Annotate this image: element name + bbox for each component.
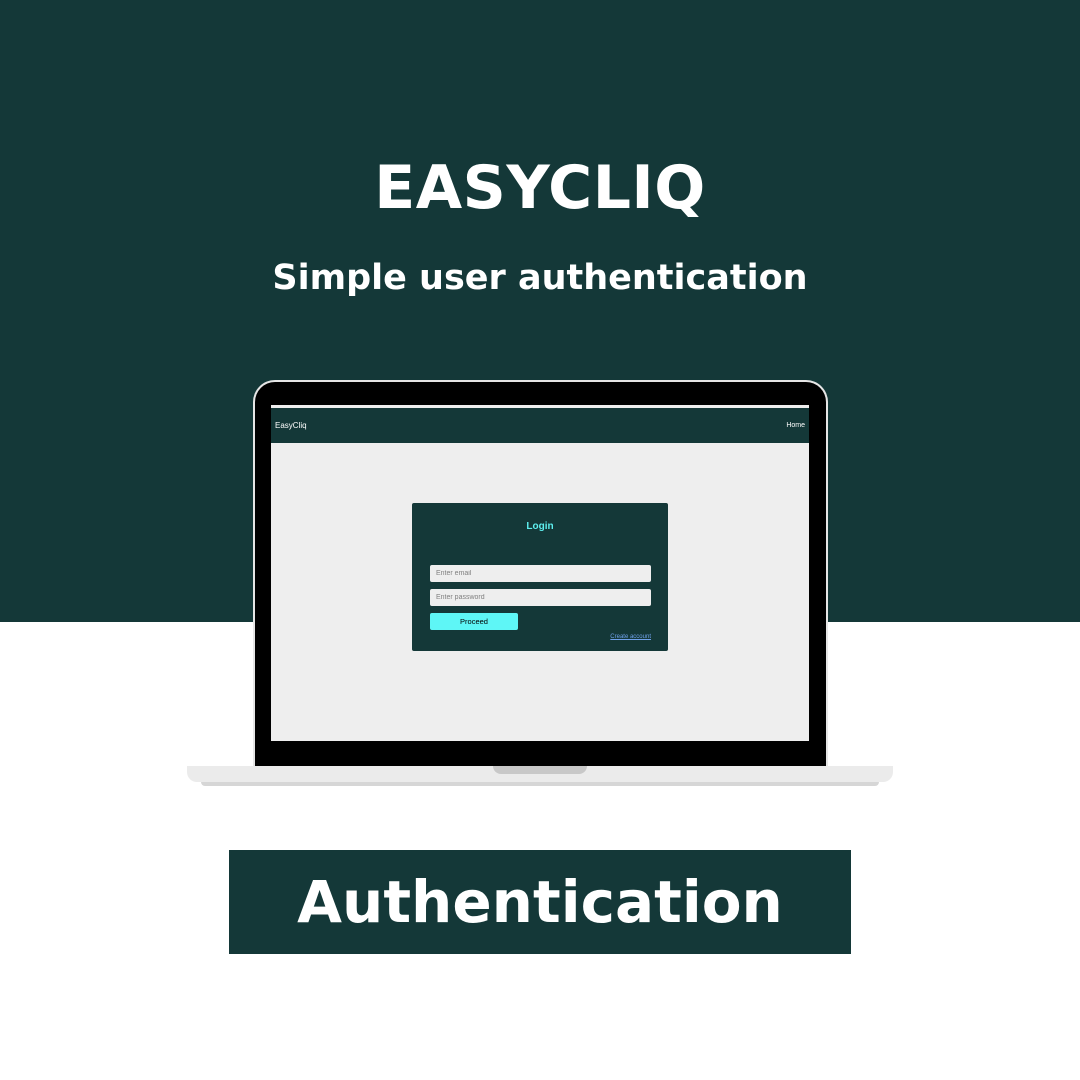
- password-field[interactable]: [430, 589, 651, 606]
- nav-home-link[interactable]: Home: [786, 408, 805, 443]
- create-account-link[interactable]: Create account: [610, 634, 651, 640]
- login-title: Login: [526, 521, 554, 532]
- brand-title: EASYCLIQ: [374, 153, 706, 223]
- authentication-label: Authentication: [297, 868, 783, 936]
- brand-subtitle: Simple user authentication: [272, 258, 808, 298]
- laptop-notch: [493, 766, 587, 774]
- app-screen: EasyCliq Home Login Proceed Create accou…: [271, 405, 809, 741]
- proceed-button[interactable]: Proceed: [430, 613, 518, 630]
- laptop-base-shadow: [201, 782, 879, 786]
- app-navbar: EasyCliq Home: [271, 408, 809, 443]
- login-card: Login Proceed Create account: [412, 503, 668, 651]
- app-nav-brand[interactable]: EasyCliq: [275, 408, 307, 443]
- email-field[interactable]: [430, 565, 651, 582]
- authentication-banner: Authentication: [229, 850, 851, 954]
